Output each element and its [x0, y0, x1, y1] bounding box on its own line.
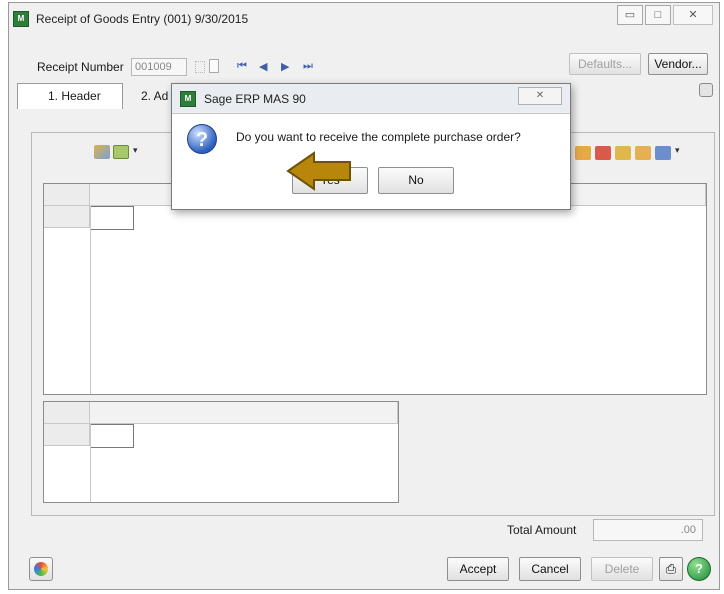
grid-row-header: [44, 206, 90, 228]
dialog-close-button[interactable]: ✕: [518, 87, 562, 105]
dialog-title: Sage ERP MAS 90: [204, 92, 306, 106]
tab-additional-label: 2. Ad: [141, 89, 169, 103]
total-amount-label: Total Amount: [507, 523, 577, 537]
last-record-icon[interactable]: ⏭: [303, 60, 313, 73]
move-up-icon[interactable]: [615, 146, 631, 160]
lines-grid[interactable]: [43, 183, 707, 395]
confirm-dialog: M Sage ERP MAS 90 ✕ ? Do you want to rec…: [171, 83, 571, 210]
lookup-icon[interactable]: [195, 61, 205, 73]
panel-toggle-icon[interactable]: [699, 83, 713, 97]
defaults-button[interactable]: Defaults...: [569, 53, 641, 75]
pointer-arrow-icon: [286, 151, 351, 191]
printer-icon: ⎙: [665, 561, 677, 576]
move-down-icon[interactable]: [635, 146, 651, 160]
accept-button[interactable]: Accept: [447, 557, 509, 581]
app-icon: M: [180, 91, 196, 107]
app-icon: M: [13, 11, 29, 27]
delete-button[interactable]: Delete: [591, 557, 653, 581]
chevron-down-icon[interactable]: ▾: [133, 145, 138, 156]
previous-record-icon[interactable]: ◀: [259, 60, 267, 73]
vendor-button[interactable]: Vendor...: [648, 53, 708, 75]
pencil-icon[interactable]: [94, 145, 110, 159]
tab-header[interactable]: 1. Header: [17, 83, 123, 109]
next-record-icon[interactable]: ▶: [281, 60, 289, 73]
window-title: Receipt of Goods Entry (001) 9/30/2015: [36, 12, 249, 26]
no-button[interactable]: No: [378, 167, 454, 194]
delete-line-icon[interactable]: [595, 146, 611, 160]
grid-active-cell[interactable]: [90, 206, 134, 230]
copy-icon[interactable]: [209, 59, 219, 73]
first-record-icon[interactable]: ⏮: [237, 60, 247, 73]
grid-corner-cell: [44, 184, 90, 206]
close-button[interactable]: ✕: [673, 5, 713, 25]
dialog-title-bar: M Sage ERP MAS 90 ✕: [172, 84, 570, 112]
title-bar: M Receipt of Goods Entry (001) 9/30/2015…: [9, 3, 719, 35]
maximize-button[interactable]: □: [645, 5, 671, 25]
detail-grid[interactable]: [43, 401, 399, 503]
color-wheel-icon: [34, 562, 48, 576]
question-icon: ?: [187, 124, 217, 154]
receipt-number-field[interactable]: 001009: [131, 58, 187, 76]
tab-header-label: 1. Header: [48, 89, 101, 103]
dialog-message: Do you want to receive the complete purc…: [236, 130, 521, 144]
receipt-number-label: Receipt Number: [37, 60, 124, 74]
cancel-button[interactable]: Cancel: [519, 557, 581, 581]
grid-divider: [90, 206, 91, 394]
no-button-label: No: [408, 173, 424, 187]
help-icon[interactable]: ?: [687, 557, 711, 581]
grid-row-header: [44, 424, 90, 446]
add-line-icon[interactable]: [575, 146, 591, 160]
total-amount-field: .00: [593, 519, 703, 541]
print-button[interactable]: ⎙: [659, 557, 683, 581]
grid-corner-cell: [44, 402, 90, 424]
chevron-down-icon[interactable]: ▾: [675, 145, 680, 156]
copy-lines-icon[interactable]: [655, 146, 671, 160]
grid-header-row: [90, 402, 398, 424]
grid-divider: [90, 424, 91, 502]
grid-active-cell[interactable]: [90, 424, 134, 448]
dialog-body: ? Do you want to receive the complete pu…: [172, 113, 570, 209]
minimize-button[interactable]: ▭: [617, 5, 643, 25]
insert-icon[interactable]: [113, 145, 129, 159]
help-wheel-button[interactable]: [29, 557, 53, 581]
